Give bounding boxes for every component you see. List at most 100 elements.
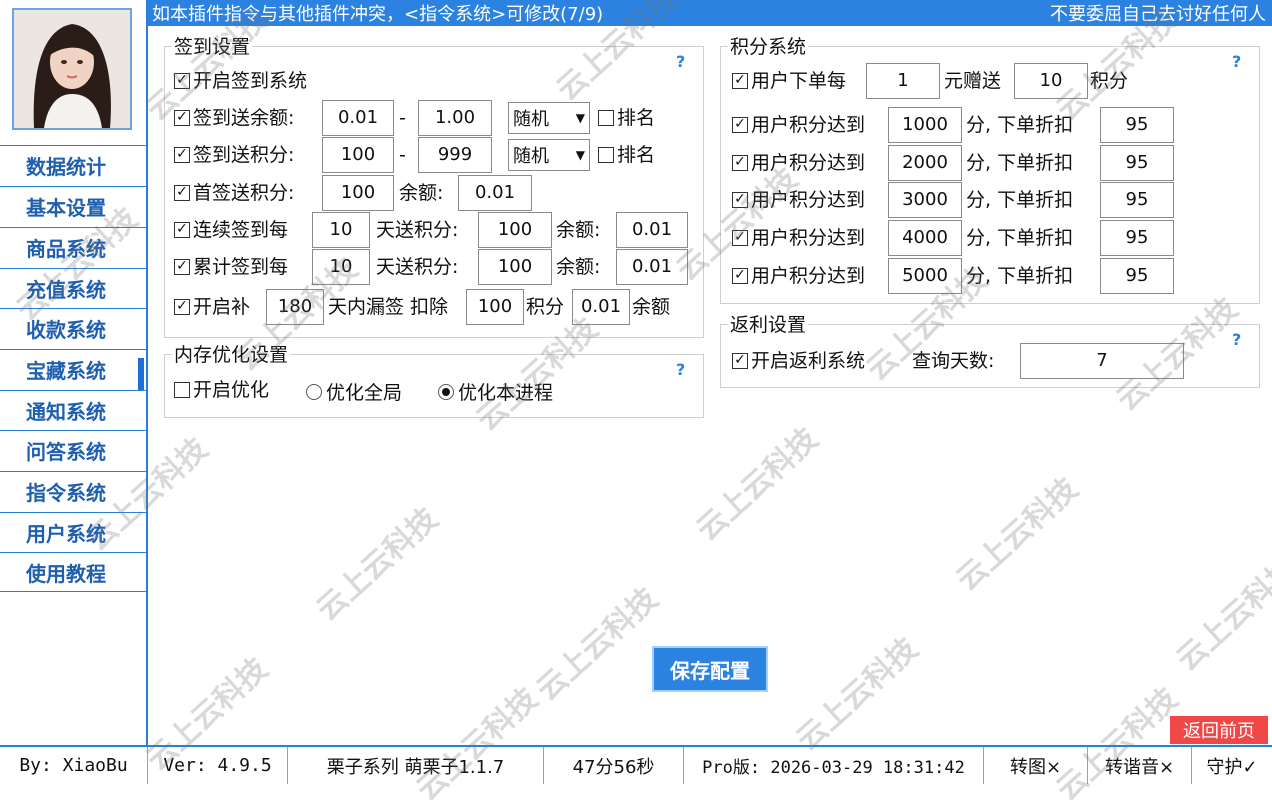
order-points-checkbox[interactable]: ✓ 用户下单每 xyxy=(732,69,846,93)
makeup-balance-label: 余额 xyxy=(632,296,671,318)
sidebar-item-basic-settings[interactable]: 基本设置 xyxy=(0,186,146,226)
order-amount-input[interactable]: 1 xyxy=(866,63,940,99)
tier-threshold-input[interactable]: 2000 xyxy=(888,145,962,181)
convert-image-toggle[interactable]: 转图× xyxy=(984,747,1088,784)
continuous-signin-checkbox[interactable]: ✓ 连续签到每 xyxy=(174,218,288,242)
rebate-days-input[interactable]: 7 xyxy=(1020,343,1184,379)
signin-points-rank-checkbox[interactable]: 排名 xyxy=(598,143,655,167)
first-signin-checkbox[interactable]: ✓ 首签送积分: xyxy=(174,181,294,205)
save-config-button[interactable]: 保存配置 xyxy=(652,646,768,692)
watermark: 云上云科技 xyxy=(409,681,545,808)
rebate-help-icon[interactable]: ? xyxy=(1232,330,1241,349)
first-signin-points-input[interactable]: 100 xyxy=(322,175,394,211)
continuous-days-input[interactable]: 10 xyxy=(312,212,370,248)
license-text: Pro版: 2026-03-29 18:31:42 xyxy=(684,747,984,784)
tier-mid-label: 分, 下单折扣 xyxy=(966,227,1074,249)
title-bar: 如本插件指令与其他插件冲突，<指令系统>可修改(7/9) 不要委屈自己去讨好任何… xyxy=(148,0,1272,26)
signin-points-max-input[interactable]: 999 xyxy=(418,137,492,173)
watermark: 云上云科技 xyxy=(949,471,1085,598)
sidebar-item-products[interactable]: 商品系统 xyxy=(0,227,146,267)
tier-checkbox[interactable]: ✓ 用户积分达到 xyxy=(732,151,865,175)
tier-threshold-input[interactable]: 5000 xyxy=(888,258,962,294)
tier-discount-input[interactable]: 95 xyxy=(1100,220,1174,256)
watermark: 云上云科技 xyxy=(1169,551,1272,678)
memory-help-icon[interactable]: ? xyxy=(676,360,685,379)
version-text: Ver: 4.9.5 xyxy=(148,747,288,784)
memory-enable-checkbox[interactable]: 开启优化 xyxy=(174,378,269,402)
motto-text: 不要委屈自己去讨好任何人 xyxy=(1050,4,1266,25)
tier-discount-input[interactable]: 95 xyxy=(1100,145,1174,181)
tier-discount-input[interactable]: 95 xyxy=(1100,107,1174,143)
makeup-balance-input[interactable]: 0.01 xyxy=(572,289,630,325)
tier-discount-input[interactable]: 95 xyxy=(1100,182,1174,218)
sidebar-item-notification[interactable]: 通知系统 xyxy=(0,390,146,430)
makeup-mid-label: 天内漏签 扣除 xyxy=(328,296,449,318)
sidebar-item-data-stats[interactable]: 数据统计 xyxy=(0,145,146,185)
makeup-signin-checkbox[interactable]: ✓ 开启补 xyxy=(174,295,250,319)
rebate-enable-checkbox[interactable]: ✓ 开启返利系统 xyxy=(732,349,865,373)
tier-threshold-input[interactable]: 3000 xyxy=(888,182,962,218)
tier-checkbox[interactable]: ✓ 用户积分达到 xyxy=(732,188,865,212)
sidebar-item-qa[interactable]: 问答系统 xyxy=(0,430,146,470)
continuous-balance-input[interactable]: 0.01 xyxy=(616,212,688,248)
signin-enable-checkbox[interactable]: ✓ 开启签到系统 xyxy=(174,69,307,93)
tier-threshold-input[interactable]: 1000 xyxy=(888,107,962,143)
order-mid-label: 元赠送 xyxy=(944,70,1002,92)
total-points-input[interactable]: 100 xyxy=(478,249,552,285)
first-signin-balance-input[interactable]: 0.01 xyxy=(458,175,532,211)
continuous-balance-label: 余额: xyxy=(556,219,601,241)
elapsed-time: 47分56秒 xyxy=(544,747,684,784)
total-days-input[interactable]: 10 xyxy=(312,249,370,285)
status-bar: By: XiaoBu Ver: 4.9.5 栗子系列 萌栗子1.1.7 47分5… xyxy=(0,745,1272,784)
total-balance-label: 余额: xyxy=(556,256,601,278)
product-text: 栗子系列 萌栗子1.1.7 xyxy=(288,747,544,784)
range-dash: - xyxy=(399,107,406,129)
order-unit-label: 积分 xyxy=(1090,70,1129,92)
sidebar-item-payment[interactable]: 收款系统 xyxy=(0,308,146,348)
tier-threshold-input[interactable]: 4000 xyxy=(888,220,962,256)
total-signin-checkbox[interactable]: ✓ 累计签到每 xyxy=(174,255,288,279)
back-button[interactable]: 返回前页 xyxy=(1170,716,1268,744)
optimize-process-radio[interactable]: 优化本进程 xyxy=(438,378,553,405)
active-indicator xyxy=(138,358,144,392)
sidebar-item-commands[interactable]: 指令系统 xyxy=(0,471,146,511)
tier-mid-label: 分, 下单折扣 xyxy=(966,189,1074,211)
rebate-group-title: 返利设置 xyxy=(728,314,809,336)
total-balance-input[interactable]: 0.01 xyxy=(616,249,688,285)
avatar xyxy=(12,8,132,130)
points-help-icon[interactable]: ? xyxy=(1232,52,1241,71)
signin-balance-checkbox[interactable]: ✓ 签到送余额: xyxy=(174,106,294,130)
tier-discount-input[interactable]: 95 xyxy=(1100,258,1174,294)
tier-checkbox[interactable]: ✓ 用户积分达到 xyxy=(732,264,865,288)
sidebar-item-treasure[interactable]: 宝藏系统 xyxy=(0,349,146,392)
chevron-down-icon: ▼ xyxy=(575,111,585,125)
signin-points-mode-select[interactable]: 随机 ▼ xyxy=(508,139,590,171)
signin-help-icon[interactable]: ? xyxy=(676,52,685,71)
makeup-points-input[interactable]: 100 xyxy=(466,289,524,325)
signin-group-title: 签到设置 xyxy=(172,36,253,58)
range-dash: - xyxy=(399,144,406,166)
signin-balance-rank-checkbox[interactable]: 排名 xyxy=(598,106,655,130)
tier-checkbox[interactable]: ✓ 用户积分达到 xyxy=(732,113,865,137)
guard-toggle[interactable]: 守护✓ xyxy=(1192,747,1272,784)
signin-points-min-input[interactable]: 100 xyxy=(322,137,394,173)
signin-points-checkbox[interactable]: ✓ 签到送积分: xyxy=(174,143,294,167)
signin-balance-mode-select[interactable]: 随机 ▼ xyxy=(508,102,590,134)
watermark: 云上云科技 xyxy=(309,501,445,628)
optimize-global-radio[interactable]: 优化全局 xyxy=(306,378,402,405)
sidebar-item-users[interactable]: 用户系统 xyxy=(0,512,146,552)
tier-checkbox[interactable]: ✓ 用户积分达到 xyxy=(732,226,865,250)
tier-mid-label: 分, 下单折扣 xyxy=(966,114,1074,136)
sidebar-item-recharge[interactable]: 充值系统 xyxy=(0,268,146,308)
signin-balance-min-input[interactable]: 0.01 xyxy=(322,100,394,136)
conflict-notice: 如本插件指令与其他插件冲突，<指令系统>可修改(7/9) xyxy=(152,4,604,25)
order-points-input[interactable]: 10 xyxy=(1014,63,1088,99)
chevron-down-icon: ▼ xyxy=(575,148,585,162)
sidebar: 数据统计 基本设置 商品系统 充值系统 收款系统 宝藏系统 通知系统 问答系统 … xyxy=(0,0,148,745)
signin-balance-max-input[interactable]: 1.00 xyxy=(418,100,492,136)
makeup-days-input[interactable]: 180 xyxy=(266,289,324,325)
watermark: 云上云科技 xyxy=(689,421,825,548)
continuous-points-input[interactable]: 100 xyxy=(478,212,552,248)
sidebar-item-tutorial[interactable]: 使用教程 xyxy=(0,552,146,592)
convert-audio-toggle[interactable]: 转谐音× xyxy=(1088,747,1192,784)
